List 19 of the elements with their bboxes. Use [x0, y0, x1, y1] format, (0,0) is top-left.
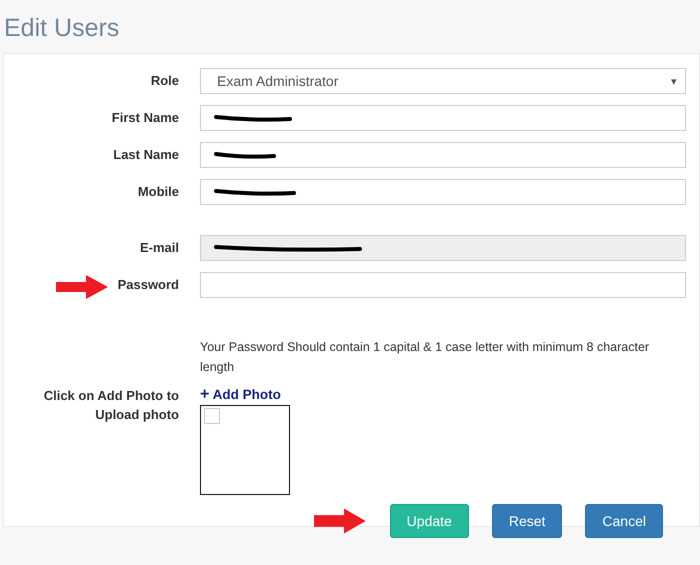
password-hint: Your Password Should contain 1 capital & 1 case letter with minimum 8 character length [200, 339, 650, 376]
form-button[interactable]: Reset [492, 504, 562, 538]
add-photo-link[interactable]: + Add Photo [200, 386, 290, 404]
photo-label: Click on Add Photo to Upload photo [42, 387, 179, 424]
input-field[interactable] [200, 142, 686, 168]
input-field[interactable] [200, 105, 686, 131]
input-field[interactable] [200, 179, 686, 205]
broken-image-icon [204, 408, 220, 424]
field-label: Role [150, 72, 179, 90]
page-title: Edit Users [3, 13, 120, 44]
form-button[interactable]: Cancel [585, 504, 663, 538]
field-label: E-mail [140, 239, 179, 257]
input-field[interactable] [200, 272, 686, 298]
field-label: Last Name [113, 146, 179, 164]
field-label: First Name [112, 109, 179, 127]
field-label: Password [118, 276, 179, 294]
field-label: Mobile [138, 183, 179, 201]
form-button[interactable]: Update [390, 504, 469, 538]
role-dropdown[interactable]: Exam Administrator ▾ [200, 68, 686, 94]
